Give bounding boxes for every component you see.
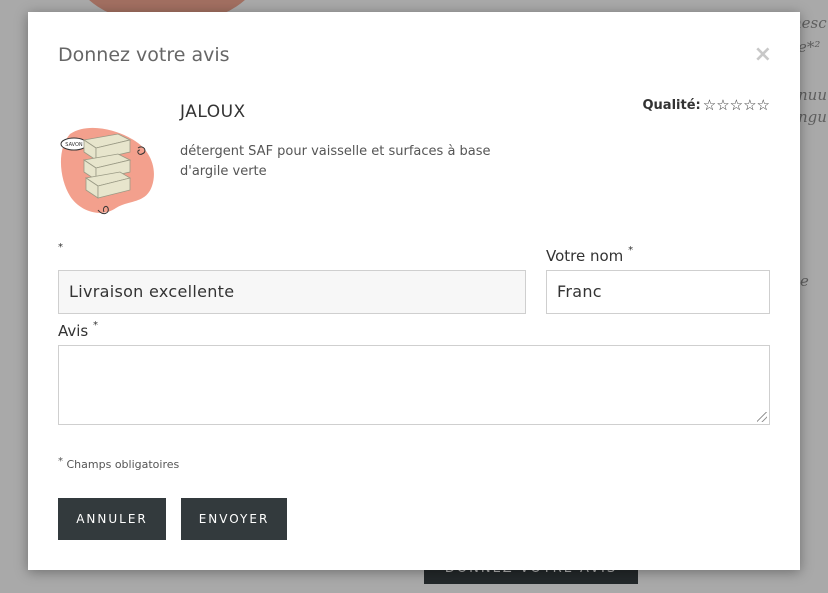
product-name: JALOUX: [180, 102, 246, 122]
required-mark: *: [628, 245, 634, 256]
star-icon[interactable]: ☆: [743, 98, 756, 113]
name-label-text: Votre nom: [546, 247, 624, 265]
required-fields-note: * Champs obligatoires: [58, 456, 180, 471]
star-icon[interactable]: ☆: [703, 98, 716, 113]
rating-label: Qualité:: [642, 98, 701, 113]
review-label-text: Avis: [58, 322, 89, 340]
star-icon[interactable]: ☆: [730, 98, 743, 113]
submit-button[interactable]: ENVOYER: [181, 498, 287, 540]
modal-title: Donnez votre avis: [58, 44, 230, 66]
name-field-label: Votre nom *: [546, 245, 634, 265]
quality-rating: Qualité: ☆ ☆ ☆ ☆ ☆: [642, 98, 771, 114]
star-icon[interactable]: ☆: [716, 98, 729, 113]
title-field-label: *: [58, 242, 63, 262]
product-image: SAVON: [60, 127, 154, 215]
review-modal: Donnez votre avis × SAVON JALOUX déterge…: [28, 12, 800, 570]
review-field-label: Avis *: [58, 320, 99, 340]
thumb-badge-text: SAVON: [65, 142, 83, 148]
star-icon[interactable]: ☆: [757, 98, 770, 113]
review-textarea[interactable]: [58, 345, 770, 425]
review-title-input[interactable]: Livraison excellente: [58, 270, 526, 314]
close-icon[interactable]: ×: [754, 44, 772, 66]
required-mark: *: [58, 242, 63, 253]
product-description: détergent SAF pour vaisselle et surfaces…: [180, 144, 491, 179]
required-mark: *: [93, 320, 99, 331]
name-input[interactable]: Franc: [546, 270, 770, 314]
required-mark: *: [58, 456, 63, 467]
required-note-text: Champs obligatoires: [66, 458, 180, 471]
rating-stars: ☆ ☆ ☆ ☆ ☆: [703, 98, 770, 113]
resize-handle-icon[interactable]: [757, 412, 767, 422]
soap-stack: [82, 133, 132, 199]
cancel-button[interactable]: ANNULER: [58, 498, 166, 540]
